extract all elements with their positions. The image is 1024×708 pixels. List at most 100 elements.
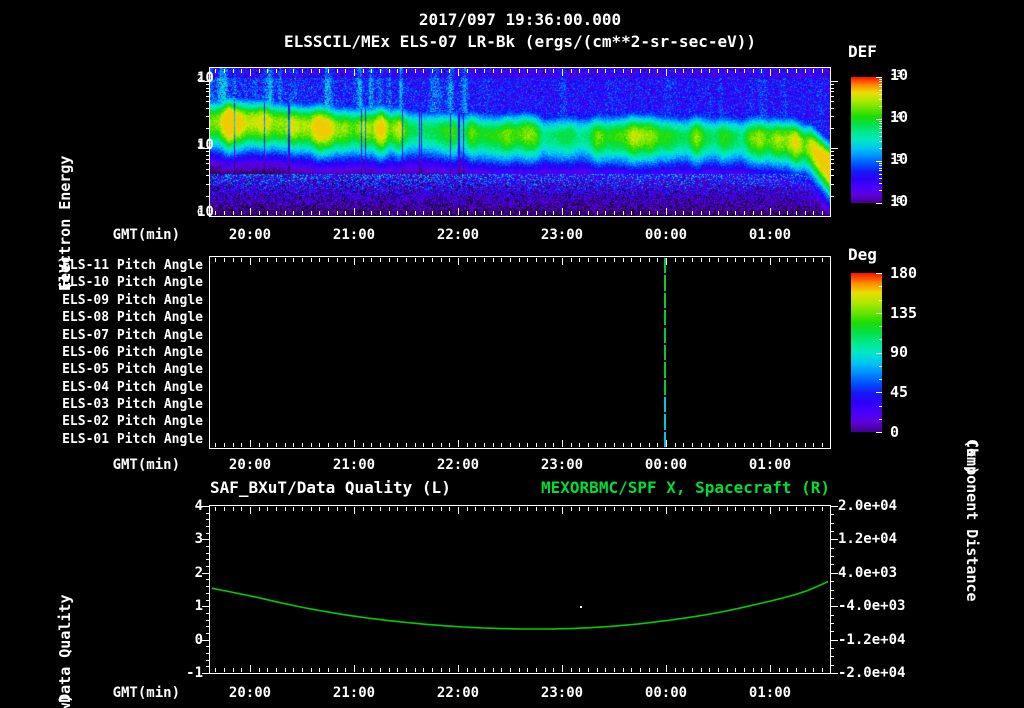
tick-mark — [879, 136, 882, 137]
tick-mark — [657, 443, 658, 447]
tick-mark — [276, 69, 277, 73]
tick-mark — [467, 69, 468, 73]
tick-mark — [727, 507, 728, 511]
tick-mark — [605, 507, 606, 511]
tick-mark — [285, 258, 286, 262]
tick-mark — [345, 69, 346, 73]
tick-mark — [571, 668, 572, 672]
tick-mark — [640, 211, 641, 215]
tick-mark — [727, 668, 728, 672]
tick-mark — [666, 69, 667, 76]
tick-mark — [501, 258, 502, 262]
tick-mark — [830, 184, 834, 185]
tick-mark — [879, 168, 882, 169]
tick-mark — [657, 507, 658, 511]
tick-mark — [879, 326, 882, 327]
tick-mark — [545, 507, 546, 511]
tick-mark — [206, 96, 210, 97]
tick-mark — [744, 69, 745, 73]
energy-tick-1: 10 0 — [196, 204, 214, 220]
tick-mark — [202, 573, 210, 574]
tick-mark — [380, 211, 381, 215]
tick-mark — [876, 273, 882, 274]
tick-mark — [371, 258, 372, 262]
tick-mark — [879, 121, 882, 122]
tick-mark — [562, 665, 563, 672]
tick-mark — [397, 69, 398, 73]
tick-mark — [328, 258, 329, 262]
tick-mark — [657, 258, 658, 262]
tick-mark — [830, 531, 834, 532]
tick-mark — [879, 366, 882, 367]
tick-mark — [597, 211, 598, 215]
tick-mark — [718, 668, 719, 672]
tick-mark — [553, 211, 554, 215]
tick-mark — [623, 258, 624, 262]
pitch-angle-sample-segment — [664, 310, 666, 326]
tick-mark — [527, 69, 528, 73]
tick-mark — [241, 507, 242, 511]
tick-mark — [233, 443, 234, 447]
tick-mark — [571, 69, 572, 73]
tick-mark — [813, 507, 814, 511]
tick-mark — [830, 101, 834, 102]
tick-mark — [571, 443, 572, 447]
tick-mark — [467, 668, 468, 672]
tick-mark — [467, 258, 468, 262]
tick-mark — [701, 668, 702, 672]
tick-mark — [259, 211, 260, 215]
tick-mark — [879, 300, 882, 301]
tick-mark — [813, 668, 814, 672]
tick-mark — [718, 443, 719, 447]
tick-mark — [267, 258, 268, 262]
left-tick-0: 0 — [194, 632, 203, 648]
tick-mark — [830, 590, 834, 591]
tick-mark — [761, 258, 762, 262]
tick-mark — [830, 169, 834, 170]
tick-mark — [449, 258, 450, 262]
tick-mark — [666, 665, 667, 672]
tick-mark — [441, 443, 442, 447]
time-tick: 21:00 — [332, 227, 376, 243]
tick-mark — [692, 258, 693, 262]
tick-mark — [876, 161, 882, 162]
tick-mark — [449, 507, 450, 511]
tick-mark — [206, 653, 210, 654]
tick-mark — [623, 507, 624, 511]
tick-mark — [879, 94, 882, 95]
tick-mark — [510, 211, 511, 215]
tick-mark — [830, 640, 838, 641]
tick-mark — [830, 615, 834, 616]
tick-mark — [354, 69, 355, 76]
tick-mark — [493, 668, 494, 672]
tick-mark — [319, 69, 320, 73]
tick-mark — [787, 211, 788, 215]
component-distance-units: (km) — [963, 439, 981, 476]
tick-mark — [510, 668, 511, 672]
tick-mark — [389, 258, 390, 262]
tick-mark — [623, 211, 624, 215]
tick-mark — [206, 91, 210, 92]
time-tick: 21:00 — [332, 457, 376, 473]
tick-mark — [879, 79, 882, 80]
tick-mark — [206, 633, 210, 634]
tick-mark — [545, 211, 546, 215]
tick-mark — [631, 211, 632, 215]
tick-mark — [830, 598, 834, 599]
pitch-angle-sample-segment — [664, 362, 666, 378]
tick-mark — [206, 546, 210, 547]
tick-mark — [337, 668, 338, 672]
tick-mark — [876, 119, 882, 120]
tick-mark — [876, 203, 882, 204]
tick-mark — [879, 123, 882, 124]
tick-mark — [250, 665, 251, 672]
tick-mark — [830, 606, 838, 607]
tick-mark — [640, 443, 641, 447]
tick-mark — [879, 99, 882, 100]
tick-mark — [276, 258, 277, 262]
tick-mark — [675, 211, 676, 215]
tick-mark — [259, 69, 260, 73]
tick-mark — [553, 443, 554, 447]
tick-mark — [744, 443, 745, 447]
tick-mark — [571, 211, 572, 215]
